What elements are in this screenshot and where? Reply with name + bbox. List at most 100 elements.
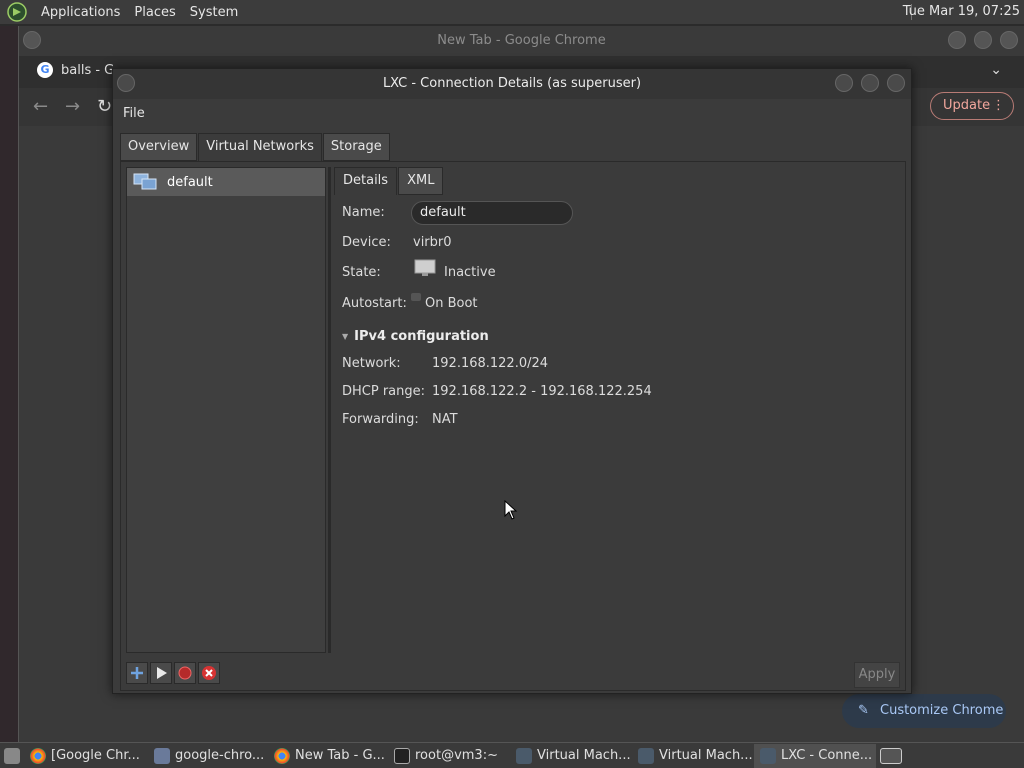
google-icon: G	[37, 62, 53, 78]
tab-overview[interactable]: Overview	[120, 133, 198, 161]
top-panel: Applications Places System Tue Mar 19, 0…	[0, 0, 1024, 24]
system-menu[interactable]: System	[183, 5, 245, 20]
taskbar-item[interactable]: [Google Chr...	[24, 744, 148, 768]
close-icon[interactable]	[887, 74, 905, 92]
tab-details[interactable]: Details	[334, 167, 398, 195]
ipv4-section-title: IPv4 configuration	[354, 329, 489, 344]
distro-logo-icon[interactable]	[6, 1, 28, 23]
network-name: default	[167, 174, 213, 190]
minimize-icon[interactable]	[948, 31, 966, 49]
forwarding-label: Forwarding:	[342, 412, 419, 427]
tab-virtual-networks[interactable]: Virtual Networks	[198, 133, 322, 161]
autostart-label: Autostart:	[342, 296, 407, 311]
taskbar-item-label: LXC - Conne...	[781, 748, 873, 763]
chrome-titlebar[interactable]: New Tab - Google Chrome	[19, 26, 1024, 56]
connection-details-window: LXC - Connection Details (as superuser) …	[112, 68, 912, 694]
window-menu-icon[interactable]	[117, 74, 135, 92]
maximize-icon[interactable]	[861, 74, 879, 92]
customize-chrome-button[interactable]: ✎ Customize Chrome	[842, 694, 1006, 728]
list-item[interactable]: default	[127, 168, 325, 196]
forward-icon[interactable]: →	[65, 96, 80, 117]
taskbar-item-label: New Tab - G...	[295, 748, 385, 763]
desktop-edge	[0, 26, 18, 742]
pencil-icon: ✎	[858, 703, 869, 718]
show-desktop-button[interactable]	[0, 744, 24, 768]
taskbar-item[interactable]: New Tab - G...	[268, 744, 388, 768]
network-value: 192.168.122.0/24	[432, 356, 549, 371]
name-field[interactable]: default	[411, 201, 573, 225]
add-network-button[interactable]	[126, 662, 148, 684]
delete-icon	[202, 666, 216, 680]
chrome-icon	[274, 747, 290, 764]
apply-button[interactable]: Apply	[854, 662, 900, 688]
workspace-icon	[880, 747, 902, 764]
dhcp-label: DHCP range:	[342, 384, 426, 399]
autostart-value: On Boot	[425, 296, 478, 311]
taskbar-item[interactable]: google-chro...	[148, 744, 268, 768]
main-tabs: Overview Virtual Networks Storage	[120, 133, 391, 161]
network-details: Details XML Name: default Device: virbr0…	[334, 167, 902, 653]
taskbar-item-label: root@vm3:~	[415, 748, 498, 763]
ipv4-section-header[interactable]: ▼ IPv4 configuration	[342, 329, 489, 344]
close-icon[interactable]	[1000, 31, 1018, 49]
back-icon[interactable]: ←	[33, 96, 48, 117]
taskbar-item[interactable]: Virtual Mach...	[632, 744, 754, 768]
taskbar-item-label: Virtual Mach...	[537, 748, 631, 763]
play-icon	[157, 667, 167, 679]
pane-splitter[interactable]	[328, 167, 331, 653]
taskbar-item-label: google-chro...	[175, 748, 265, 763]
chrome-icon	[30, 747, 46, 764]
customize-label: Customize Chrome	[880, 703, 1004, 718]
taskbar-item[interactable]: root@vm3:~	[388, 744, 510, 768]
device-value: virbr0	[413, 235, 452, 250]
maximize-icon[interactable]	[974, 31, 992, 49]
delete-network-button[interactable]	[198, 662, 220, 684]
plus-icon	[131, 667, 143, 679]
update-button[interactable]: Update ⋮	[930, 92, 1014, 120]
chrome-tab[interactable]: G balls - G	[37, 62, 114, 78]
start-network-button[interactable]	[150, 662, 172, 684]
places-menu[interactable]: Places	[127, 5, 182, 20]
taskbar-item[interactable]: LXC - Conne...	[754, 743, 876, 768]
detail-tabs: Details XML	[334, 167, 902, 195]
taskbar: [Google Chr... google-chro... New Tab - …	[0, 742, 1024, 768]
workspace-switcher[interactable]	[876, 744, 908, 768]
menubar: File	[113, 99, 911, 129]
mouse-pointer-icon	[504, 500, 518, 520]
dialog-title: LXC - Connection Details (as superuser)	[382, 76, 642, 91]
state-value: Inactive	[444, 265, 496, 280]
stop-icon	[178, 666, 192, 680]
network-list: default	[126, 167, 326, 653]
update-label: Update	[943, 98, 991, 113]
window-menu-icon[interactable]	[23, 31, 41, 49]
more-icon: ⋮	[992, 98, 1005, 113]
device-label: Device:	[342, 235, 391, 250]
virt-manager-icon	[516, 747, 532, 764]
state-label: State:	[342, 265, 381, 280]
tab-panel: default Details XML Name: default Device…	[120, 161, 906, 691]
minimize-icon[interactable]	[835, 74, 853, 92]
autostart-checkbox[interactable]	[411, 293, 421, 301]
taskbar-item-label: [Google Chr...	[51, 748, 140, 763]
dhcp-value: 192.168.122.2 - 192.168.122.254	[432, 384, 652, 399]
chevron-down-icon[interactable]: ⌄	[990, 62, 1002, 78]
file-menu[interactable]: File	[123, 106, 145, 121]
dialog-titlebar[interactable]: LXC - Connection Details (as superuser)	[113, 69, 911, 99]
network-label: Network:	[342, 356, 401, 371]
chrome-tab-label: balls - G	[61, 62, 115, 78]
virt-manager-icon	[638, 747, 654, 764]
monitor-icon	[414, 259, 436, 276]
terminal-icon	[394, 747, 410, 764]
reload-icon[interactable]: ↻	[97, 96, 112, 117]
name-label: Name:	[342, 205, 385, 220]
taskbar-item[interactable]: Virtual Mach...	[510, 744, 632, 768]
tab-storage[interactable]: Storage	[322, 133, 390, 161]
stop-network-button[interactable]	[174, 662, 196, 684]
taskbar-item-label: Virtual Mach...	[659, 748, 753, 763]
virt-manager-icon	[760, 747, 776, 764]
application-icon	[154, 747, 170, 764]
network-toolbar	[126, 662, 222, 684]
clock[interactable]: Tue Mar 19, 07:25	[903, 4, 1020, 19]
tab-xml[interactable]: XML	[398, 167, 444, 195]
applications-menu[interactable]: Applications	[34, 5, 127, 20]
